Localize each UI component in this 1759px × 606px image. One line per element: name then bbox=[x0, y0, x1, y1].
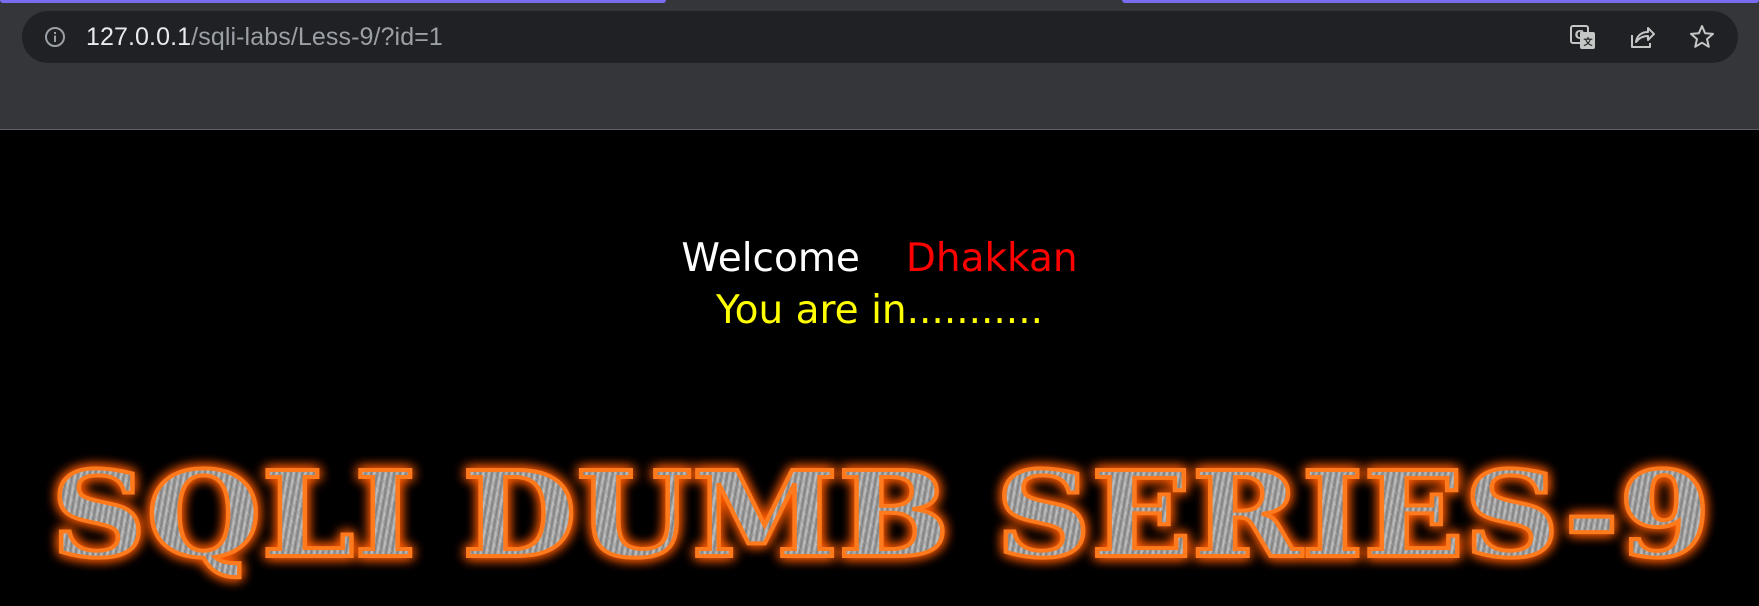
star-icon[interactable] bbox=[1688, 23, 1716, 51]
status-message: You are in........... bbox=[715, 288, 1043, 333]
user-name: Dhakkan bbox=[905, 236, 1078, 281]
translate-icon[interactable]: G 文 bbox=[1569, 23, 1597, 51]
browser-toolbar: 127.0.0.1/sqli-labs/Less-9/?id=1 G 文 bbox=[0, 0, 1759, 130]
banner-text: SQLI DUMB SERIES-9 bbox=[51, 445, 1711, 584]
series-banner: SQLI DUMB SERIES-9 bbox=[49, 443, 1713, 586]
tab-strip bbox=[0, 0, 1759, 4]
url-text[interactable]: 127.0.0.1/sqli-labs/Less-9/?id=1 bbox=[86, 21, 443, 53]
info-icon[interactable] bbox=[44, 26, 66, 48]
url-path: /sqli-labs/Less-9/?id=1 bbox=[191, 23, 443, 51]
address-bar[interactable]: 127.0.0.1/sqli-labs/Less-9/?id=1 G 文 bbox=[22, 11, 1738, 63]
welcome-line: Welcome Dhakkan bbox=[0, 235, 1759, 283]
url-host: 127.0.0.1 bbox=[86, 23, 192, 51]
page-content: Welcome Dhakkan You are in........... SQ… bbox=[0, 131, 1759, 606]
tab-indicator[interactable] bbox=[1122, 0, 1759, 3]
active-tab-indicator[interactable] bbox=[0, 0, 666, 3]
share-icon[interactable] bbox=[1628, 23, 1656, 51]
svg-text:文: 文 bbox=[1582, 36, 1593, 48]
welcome-label: Welcome bbox=[681, 236, 860, 281]
